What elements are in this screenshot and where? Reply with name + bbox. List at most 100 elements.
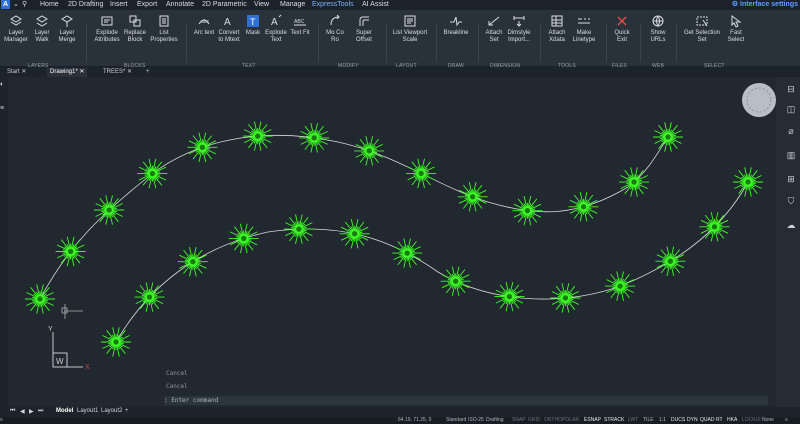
shield-icon[interactable]: ⛉: [786, 196, 796, 206]
next-tab-button[interactable]: ▶: [29, 408, 34, 415]
status-dyn[interactable]: DYN: [687, 417, 698, 423]
status-annotation[interactable]: None: [762, 417, 774, 423]
status-ortho[interactable]: ORTHO: [544, 417, 562, 423]
menu-home[interactable]: Home: [40, 0, 59, 10]
new-tab-button[interactable]: +: [143, 68, 153, 77]
tree-symbol[interactable]: [440, 266, 471, 296]
tree-symbol[interactable]: [228, 223, 259, 254]
tree-symbol[interactable]: [339, 218, 370, 249]
breakline-button[interactable]: Breakline: [440, 14, 472, 37]
tree-symbol[interactable]: [605, 271, 636, 301]
menu-export[interactable]: Export: [137, 0, 157, 10]
list-viewport-scale-button[interactable]: List Viewport Scale: [390, 14, 430, 43]
drawing-area[interactable]: W Y X: [8, 77, 772, 407]
tree-symbol[interactable]: [655, 246, 686, 277]
add-layout-button[interactable]: +: [125, 408, 129, 414]
tree-symbol[interactable]: [494, 281, 525, 312]
menu-ai-assist[interactable]: AI Assist: [362, 0, 389, 10]
menu-manage[interactable]: Manage: [280, 0, 305, 10]
layer-walk-button[interactable]: Layer Walk: [32, 14, 52, 43]
mocoro-button[interactable]: Mo Co Ro: [324, 14, 346, 43]
command-input[interactable]: : Enter command: [164, 396, 768, 405]
quick-exit-button[interactable]: Quick Exit: [610, 14, 634, 43]
status-polar[interactable]: POLAR: [562, 417, 579, 423]
tree-symbol[interactable]: [177, 246, 208, 277]
close-icon[interactable]: ✕: [21, 69, 26, 75]
tree-symbol[interactable]: [653, 122, 683, 152]
status-menu-icon[interactable]: ≡: [0, 417, 3, 423]
tree-symbol[interactable]: [512, 195, 543, 226]
close-icon[interactable]: ✕: [127, 69, 132, 75]
status-dim-style[interactable]: ISO-25: [468, 417, 484, 423]
dimstyle-import-button[interactable]: Dimstyle Import...: [506, 14, 532, 43]
grid-icon[interactable]: ⊞: [786, 174, 796, 184]
status-settings-icon[interactable]: ≡: [785, 417, 788, 423]
last-tab-button[interactable]: ⏭: [38, 408, 43, 415]
list-properties-button[interactable]: List Properties: [149, 14, 179, 43]
tree-symbol[interactable]: [392, 238, 423, 268]
status-quad[interactable]: QUAD: [700, 417, 714, 423]
arc-text-button[interactable]: abc Arc text: [192, 14, 216, 37]
menu-view[interactable]: View: [254, 0, 269, 10]
attach-xdata-button[interactable]: Attach Xdata: [544, 14, 570, 43]
app-logo[interactable]: A: [1, 0, 10, 9]
tree-symbol[interactable]: [354, 136, 385, 166]
replace-block-button[interactable]: Replace Block: [122, 14, 148, 43]
status-rt[interactable]: RT: [716, 417, 723, 423]
make-linetype-button[interactable]: Make Linetype: [570, 14, 598, 43]
interface-settings-link[interactable]: ⚙ Interface settings: [732, 0, 798, 10]
status-snap[interactable]: SNAP: [512, 417, 526, 423]
search-icon[interactable]: ⚲: [22, 0, 27, 10]
explode-text-button[interactable]: A Explode Text: [265, 14, 287, 43]
tab-layout2[interactable]: Layout2: [101, 408, 122, 414]
tree-symbol[interactable]: [25, 284, 55, 314]
tree-symbol[interactable]: [733, 167, 763, 197]
tree-symbol[interactable]: [406, 158, 437, 189]
menu-lines-icon[interactable]: ≡: [0, 105, 4, 112]
tree-symbol[interactable]: [550, 283, 581, 313]
status-ducs[interactable]: DUCS: [671, 417, 685, 423]
tab-layout1[interactable]: Layout1: [77, 408, 98, 414]
drawing-canvas[interactable]: W Y X: [8, 77, 772, 407]
menu-annotate[interactable]: Annotate: [166, 0, 194, 10]
panel-toggle-icon[interactable]: ◐: [0, 81, 4, 88]
status-lockui[interactable]: LOCKUI: [742, 417, 761, 423]
tree-symbol[interactable]: [299, 123, 330, 153]
menu-dropdown-icon[interactable]: ⌄: [13, 0, 19, 10]
menu-2d-parametric[interactable]: 2D Parametric: [202, 0, 247, 10]
layer-manager-button[interactable]: Layer Manager: [4, 14, 28, 43]
tab-model[interactable]: Model: [56, 408, 73, 414]
navigation-wheel[interactable]: [742, 83, 776, 117]
first-tab-button[interactable]: ⏮: [10, 408, 15, 415]
tree-symbol[interactable]: [568, 191, 599, 222]
menu-2d-drafting[interactable]: 2D Drafting: [68, 0, 103, 10]
status-text-style[interactable]: Standard: [446, 417, 466, 423]
tree-symbol[interactable]: [457, 182, 488, 212]
tab-start[interactable]: Start ✕: [4, 68, 29, 77]
library-icon[interactable]: ▥: [786, 150, 796, 160]
show-urls-button[interactable]: Show URLs: [644, 14, 672, 43]
tree-symbol[interactable]: [242, 121, 273, 151]
cloud-icon[interactable]: ☁: [786, 220, 796, 230]
super-offset-button[interactable]: Super Offset: [352, 14, 376, 43]
explode-attributes-button[interactable]: Explode Attributes: [92, 14, 122, 43]
status-esnap[interactable]: ESNAP: [584, 417, 601, 423]
properties-icon[interactable]: ⊟: [786, 84, 796, 94]
status-strack[interactable]: STRACK: [604, 417, 624, 423]
status-scale[interactable]: 1:1: [659, 417, 666, 423]
layer-merge-button[interactable]: Layer Merge: [56, 14, 78, 43]
attach-set-button[interactable]: Attach Set: [482, 14, 506, 43]
status-workspace[interactable]: Drafting: [486, 417, 504, 423]
prev-tab-button[interactable]: ◀: [20, 408, 25, 415]
tree-symbol[interactable]: [283, 214, 314, 244]
layers-panel-icon[interactable]: ◫: [786, 104, 796, 114]
get-selection-set-button[interactable]: Get Selection Set: [680, 14, 724, 43]
status-hka[interactable]: HKA: [727, 417, 737, 423]
attachment-icon[interactable]: ⌀: [786, 126, 796, 136]
menu-insert[interactable]: Insert: [110, 0, 128, 10]
close-icon[interactable]: ✕: [79, 69, 84, 75]
status-lwt[interactable]: LWT: [628, 417, 638, 423]
status-grid[interactable]: GRID: [528, 417, 541, 423]
tree-symbol[interactable]: [137, 158, 168, 189]
text-fit-button[interactable]: ABC Text Fit: [289, 14, 311, 37]
